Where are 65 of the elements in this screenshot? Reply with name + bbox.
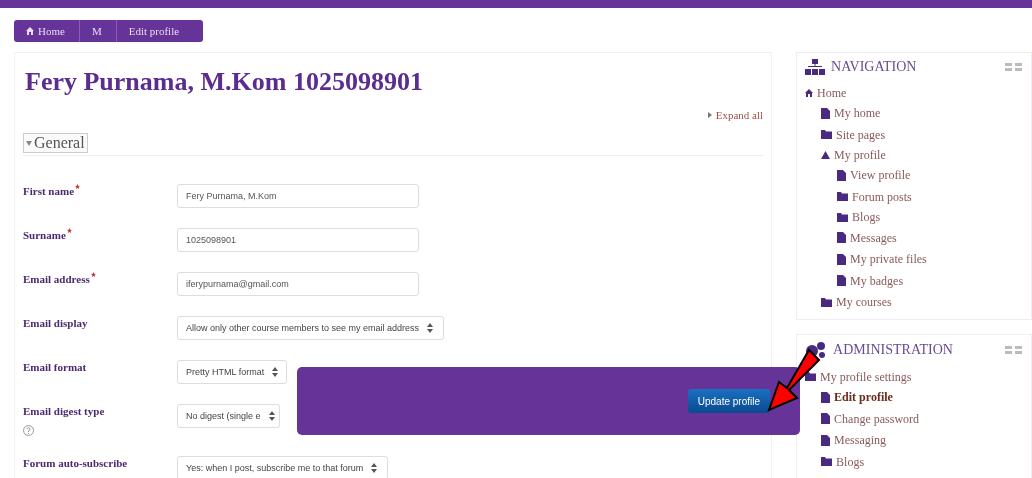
file-icon	[837, 232, 847, 243]
tree-item[interactable]: Blogs	[821, 451, 865, 472]
tree-item[interactable]: My courses	[821, 292, 892, 312]
folder-icon	[837, 212, 849, 222]
arrow-icon	[765, 348, 821, 414]
home-icon	[805, 89, 814, 97]
section-toggle[interactable]: General	[23, 133, 88, 153]
expand-all-link[interactable]: Expand all	[707, 109, 764, 121]
caret-icon	[371, 463, 378, 473]
block-title: NAVIGATION	[805, 59, 917, 75]
tree-item[interactable]: Change password	[821, 408, 920, 429]
tree-item[interactable]: My profile	[821, 145, 886, 165]
tree-item[interactable]: Blogs	[837, 207, 881, 227]
tree-item[interactable]: My private files	[837, 249, 927, 269]
text-field[interactable]: 1025098901	[177, 228, 419, 252]
dock-icon[interactable]	[1005, 63, 1023, 71]
tree-item[interactable]: Home	[805, 83, 847, 103]
field-label: Email display	[23, 316, 89, 331]
tree-item[interactable]: Edit profile	[821, 387, 893, 407]
caret-icon	[272, 367, 279, 377]
sitemap-icon	[805, 59, 826, 75]
folder-icon	[821, 457, 833, 466]
page-heading: Fery Purnama, M.Kom 1025098901	[25, 67, 424, 97]
file-icon	[837, 253, 847, 265]
tree-item[interactable]: My profile settings	[805, 366, 912, 387]
tree-item[interactable]: Forum posts	[837, 186, 912, 207]
folder-icon	[805, 372, 817, 381]
text-field[interactable]: Fery Purnama, M.Kom	[177, 184, 419, 208]
folder-icon	[837, 192, 849, 201]
tree-item[interactable]: Messaging	[821, 430, 887, 450]
file-icon	[821, 434, 831, 446]
tree-item[interactable]: My badges	[837, 270, 904, 291]
dock-icon[interactable]	[1005, 345, 1023, 354]
folder-icon	[821, 297, 833, 307]
file-icon	[821, 413, 831, 424]
expanded-triangle-icon	[821, 151, 831, 159]
file-icon	[837, 275, 847, 286]
breadcrumb-link[interactable]: Edit profile	[116, 20, 194, 42]
dropdown-field[interactable]: Yes: when I post, subscribe me to that forum	[177, 456, 389, 478]
field-label: Surname	[23, 228, 143, 243]
home-icon	[26, 27, 34, 35]
field-label: Email digest type	[23, 404, 106, 419]
breadcrumb-link[interactable]: Home	[14, 20, 80, 42]
text-field[interactable]: iferypurnama@gmail.com	[177, 272, 419, 296]
dropdown-field[interactable]: Pretty HTML format	[177, 360, 288, 384]
dropdown-field[interactable]: Allow only other course members to see my email address	[177, 316, 445, 340]
caret-icon	[26, 140, 32, 146]
dropdown-field[interactable]: No digest (single e	[177, 404, 280, 428]
breadcrumb-link[interactable]: M	[79, 20, 117, 42]
field-label: Forum auto-subscribe	[23, 456, 129, 471]
field-label: First name	[23, 184, 143, 199]
field-label: Email format	[23, 360, 88, 375]
help-icon[interactable]	[23, 425, 34, 436]
update-profile-button[interactable]: Update profile	[687, 389, 770, 413]
file-icon	[821, 107, 831, 119]
tree-item[interactable]: View profile	[837, 165, 911, 185]
file-icon	[837, 169, 847, 181]
caret-icon	[427, 323, 434, 333]
tree-item[interactable]: Site pages	[821, 124, 886, 145]
tree-item[interactable]: My home	[821, 103, 881, 123]
field-label: Email address	[23, 272, 143, 287]
tree-item[interactable]: Messages	[837, 227, 897, 248]
folder-icon	[821, 130, 833, 139]
caret-icon	[707, 112, 712, 118]
caret-icon	[268, 411, 275, 421]
